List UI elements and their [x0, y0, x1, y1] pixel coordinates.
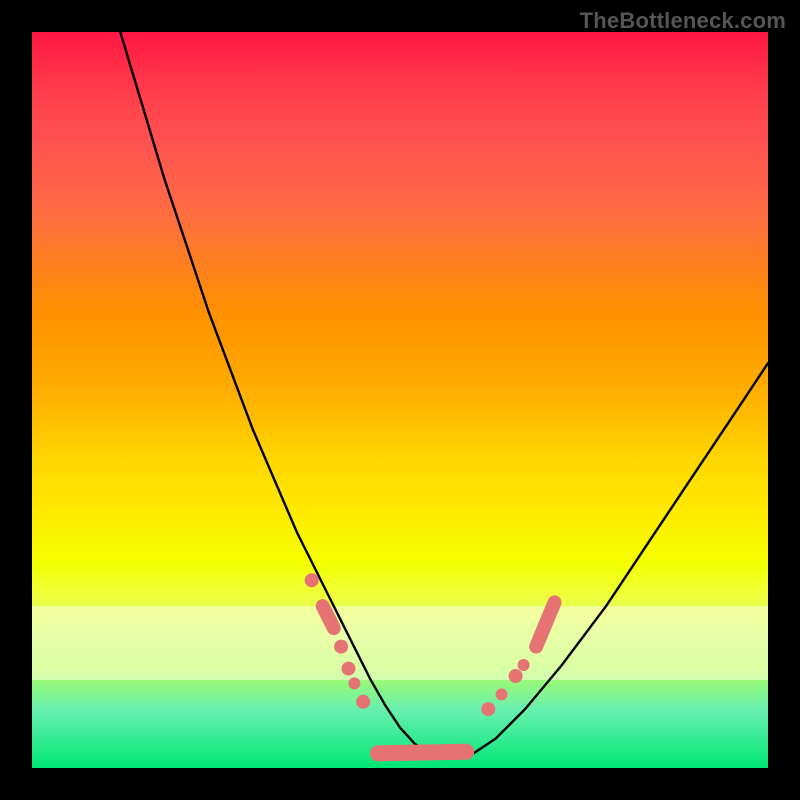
watermark-text: TheBottleneck.com [580, 8, 786, 34]
markers-valley [378, 752, 466, 753]
marker-pill [536, 602, 554, 646]
curve-group [120, 32, 768, 757]
marker-dot [509, 669, 523, 683]
plot-area [32, 32, 768, 768]
marker-dot [342, 662, 356, 676]
markers-right [481, 602, 554, 716]
markers-left [305, 573, 371, 709]
bottleneck-curve [120, 32, 768, 757]
marker-dot [518, 659, 530, 671]
marker-dot [348, 677, 360, 689]
marker-dot [334, 640, 348, 654]
chart-svg [32, 32, 768, 768]
marker-dot [305, 573, 319, 587]
marker-dot [481, 702, 495, 716]
chart-frame: TheBottleneck.com [0, 0, 800, 800]
marker-dot [496, 688, 508, 700]
marker-pill [378, 752, 466, 753]
marker-dot [356, 695, 370, 709]
marker-pill [323, 606, 334, 628]
